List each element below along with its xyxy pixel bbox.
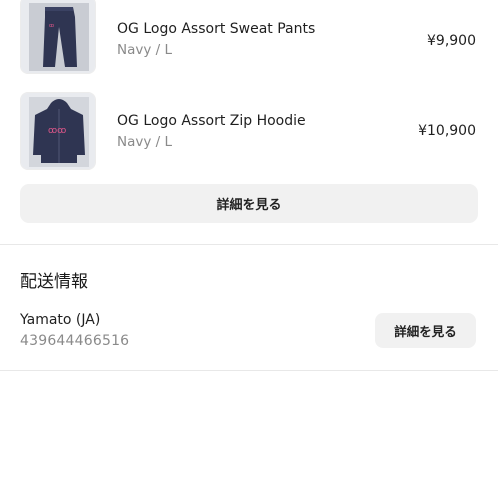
svg-text:ꝏ: ꝏ: [49, 23, 54, 29]
item-variant: Navy / L: [117, 134, 173, 150]
item-name: OG Logo Assort Zip Hoodie: [117, 113, 306, 129]
items-details-button[interactable]: 詳細を見る: [20, 184, 478, 223]
item-price: ¥9,900: [427, 33, 476, 49]
section-divider: [0, 244, 498, 245]
order-item-sweat-pants[interactable]: ꝏ OG Logo Assort Sweat Pants Navy / L ¥9…: [20, 0, 478, 78]
item-name: OG Logo Assort Sweat Pants: [117, 21, 316, 37]
svg-text:ꝏꝏ: ꝏꝏ: [48, 126, 66, 136]
section-divider: [0, 370, 498, 371]
shipping-carrier: Yamato (JA): [20, 312, 101, 328]
shipping-details-button[interactable]: 詳細を見る: [375, 313, 476, 348]
sweat-pants-thumbnail: ꝏ: [20, 0, 96, 74]
item-price: ¥10,900: [418, 123, 476, 139]
order-item-zip-hoodie[interactable]: ꝏꝏ OG Logo Assort Zip Hoodie Navy / L ¥1…: [20, 92, 478, 170]
tracking-number: 439644466516: [20, 333, 130, 349]
item-variant: Navy / L: [117, 42, 173, 58]
zip-hoodie-thumbnail: ꝏꝏ: [20, 92, 96, 170]
shipping-section-title: 配送情報: [20, 272, 88, 292]
